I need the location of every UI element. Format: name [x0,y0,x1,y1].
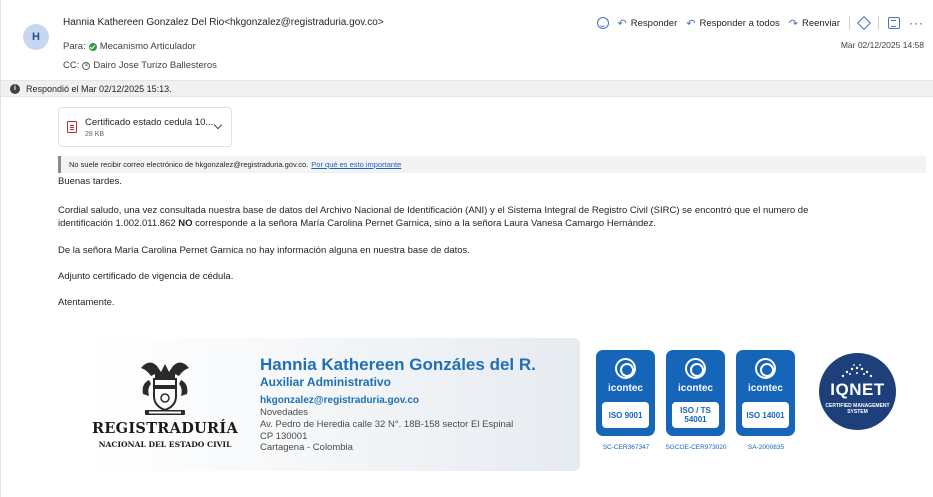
icontec-logo-icon [615,358,636,379]
info-icon: i [10,83,20,94]
sender-avatar[interactable]: H [23,24,49,50]
signature-address: Av. Pedro de Heredia calle 32 N°. 18B-15… [260,419,514,430]
reply-all-button[interactable]: ↶ Responder a todos [686,17,780,30]
icontec-brand: icontec [677,383,713,394]
signature-department: Novedades [260,407,309,418]
attachment-size: 28 KB [85,130,105,138]
iqnet-tagline: CERTIFIED MANAGEMENT SYSTEM [825,403,890,415]
external-sender-warning: No suele recibir correo electrónico de h… [58,156,926,173]
reply-all-arrow-icon: ↶ [686,17,696,30]
cc-recipient-name[interactable]: Dairo Jose Turizo Ballesteros [93,60,217,71]
body-paragraph-3: Adjunto certificado de vigencia de cédul… [58,271,234,282]
registraduria-logo: REGISTRADURÍA NACIONAL DEL ESTADO CIVIL [91,350,239,466]
reply-arrow-icon: ↶ [617,17,627,30]
attachment-card[interactable]: Certificado estado cedula 10... 28 KB [58,107,232,147]
signature-name: Hannia Kathereen Gonzáles del R. [260,355,536,374]
icontec-logo-icon [685,358,706,379]
signature-email[interactable]: hkgonzalez@registraduria.gov.co [260,395,419,406]
icontec-badge: icontec ISO 14001 [736,350,795,436]
attachment-info: Certificado estado cedula 10... 28 KB [85,117,213,138]
more-actions-button[interactable]: ··· [909,16,924,30]
greeting: Buenas tardes. [58,176,122,187]
correspondence-text: corresponde a la señora María Carolina P… [192,218,656,229]
body-paragraph-1-line-2: identificación 1.002.011.862 NO correspo… [58,217,656,230]
icontec-logo-icon [755,358,776,379]
to-label: Para: [63,41,86,52]
forward-button[interactable]: ↷ Reenviar [789,17,840,30]
org-subtitle: NACIONAL DEL ESTADO CIVIL [98,440,232,449]
replied-info-bar: i Respondió el Mar 02/12/2025 15:13. [1,80,933,97]
immersive-reader-icon[interactable] [888,17,900,29]
closing: Atentamente. [58,297,115,308]
certificate-code: SGCOE-CER973020 [665,444,727,451]
to-recipients: Para: Mecanismo Articulador [63,41,196,52]
iqnet-brand: IQNET [830,380,885,399]
message-actions: ↶ Responder ↶ Responder a todos ↷ Reenvi… [596,15,924,31]
iqnet-dots-icon [841,364,873,378]
reply-all-label: Responder a todos [699,17,780,29]
signature-city: Cartagena - Colombia [260,442,353,453]
iqnet-badge: IQNET CERTIFIED MANAGEMENT SYSTEM [819,353,896,430]
body-paragraph-2: De la señora María Carolina Pernet Garni… [58,245,470,256]
to-recipient-name[interactable]: Mecanismo Articulador [100,41,196,52]
warning-text: No suele recibir correo electrónico de h… [69,160,309,169]
coat-of-arms-icon [141,362,189,415]
id-text: identificación 1.002.011.862 [58,218,179,229]
sender-address[interactable]: Hannia Kathereen Gonzalez Del Rio<hkgonz… [63,17,384,28]
forward-label: Reenviar [801,17,840,29]
signature-postal-code: CP 130001 [260,431,308,442]
iso-standard: ISO / TS 54001 [672,402,719,428]
reaction-smiley-icon[interactable] [596,17,609,29]
cc-recipients: CC: ✕ Dairo Jose Turizo Ballesteros [63,60,217,71]
message-header: H Hannia Kathereen Gonzalez Del Rio<hkgo… [1,0,933,80]
toolbar-divider [849,16,850,30]
attachment-name: Certificado estado cedula 10... [85,116,214,128]
icontec-badge: icontec ISO 9001 [596,350,655,436]
addin-diamond-icon[interactable] [856,15,872,31]
negation-bold: NO [178,218,193,229]
icontec-brand: icontec [747,383,783,394]
presence-offline-icon: ✕ [82,61,91,70]
iso-standard: ISO 14001 [742,402,789,428]
certificate-code: SC-CER367347 [602,444,650,451]
icontec-badge: icontec ISO / TS 54001 [666,350,725,436]
message-date: Mar 02/12/2025 14:58 [840,40,924,50]
toolbar-divider [878,16,879,30]
presence-available-icon [88,42,97,51]
cc-label: CC: [63,60,80,71]
reply-button[interactable]: ↶ Responder [618,17,678,30]
signature-role: Auxiliar Administrativo [260,375,391,389]
email-reading-pane: H Hannia Kathereen Gonzalez Del Rio<hkgo… [0,0,933,497]
icontec-brand: icontec [607,383,643,394]
forward-arrow-icon: ↷ [788,17,798,30]
body-paragraph-1-line-1: Cordial saludo, una vez consultada nuest… [58,205,809,216]
replied-info-text: Respondió el Mar 02/12/2025 15:13. [26,83,172,94]
pdf-file-icon [67,121,77,133]
org-title: REGISTRADURÍA [91,420,239,437]
why-important-link[interactable]: Por qué es esto importante [311,160,401,169]
email-signature: REGISTRADURÍA NACIONAL DEL ESTADO CIVIL … [85,338,580,471]
chevron-down-icon[interactable] [213,120,223,130]
iso-standard: ISO 9001 [602,402,649,428]
certificate-code: SA-2000835 [747,444,785,451]
reply-label: Responder [630,17,678,29]
